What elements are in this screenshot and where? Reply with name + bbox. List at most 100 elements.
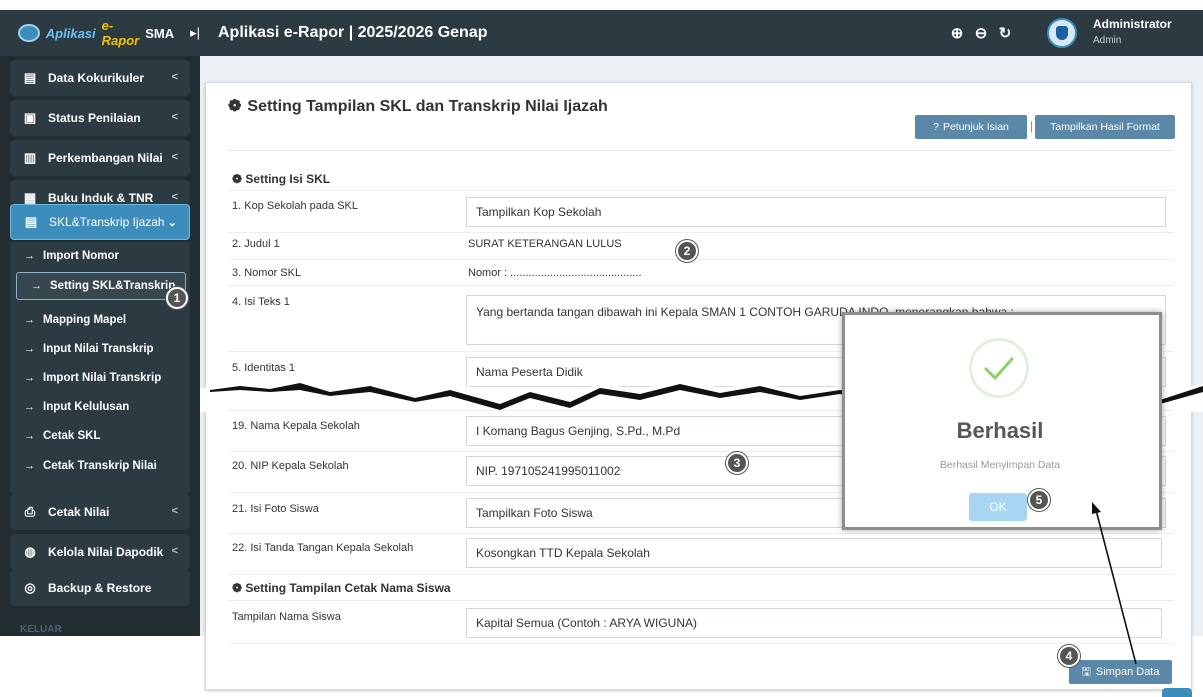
tampilan-nama-select[interactable]: Kapital Semua (Contoh : ARYA WIGUNA) bbox=[466, 608, 1162, 638]
modal-title: Berhasil bbox=[956, 418, 1044, 443]
gear-icon: ❁ bbox=[232, 581, 243, 595]
field-label-identitas: 5. Identitas 1 bbox=[232, 362, 295, 374]
submenu-item-import-nomor[interactable]: → Import Nomor bbox=[10, 242, 190, 270]
submenu-item-label: Input Nilai Transkrip bbox=[43, 343, 154, 355]
chevron-left-icon: < bbox=[171, 545, 178, 557]
submenu-item-label: Cetak SKL bbox=[43, 430, 101, 442]
sidebar-item-perkembangan-nilai[interactable]: ▥ Perkembangan Nilai < bbox=[10, 140, 190, 176]
sidebar-item-kelola-dapodik[interactable]: ◍ Kelola Nilai Dapodik < bbox=[10, 534, 190, 570]
database-icon: ◍ bbox=[24, 544, 36, 559]
petunjuk-isian-button[interactable]: ? Petunjuk Isian bbox=[915, 115, 1027, 139]
field-label-isi-teks: 4. Isi Teks 1 bbox=[232, 296, 290, 308]
tampilkan-hasil-format-button[interactable]: Tampilkan Hasil Format bbox=[1035, 115, 1175, 139]
sidebar-item-label: Buku Induk & TNR bbox=[48, 191, 154, 205]
brand-logo-icon bbox=[18, 24, 40, 42]
avatar[interactable] bbox=[1047, 18, 1077, 48]
field-label-nip-kepsek: 20. NIP Kepala Sekolah bbox=[232, 460, 349, 472]
submenu-item-setting-skl[interactable]: → Setting SKL&Transkrip bbox=[16, 272, 186, 300]
sidebar-item-label: Backup & Restore bbox=[48, 581, 152, 595]
submenu-item-label: Input Kelulusan bbox=[43, 401, 130, 413]
page-title-text: Setting Tampilan SKL dan Transkrip Nilai… bbox=[247, 98, 608, 115]
document-icon: ▤ bbox=[23, 70, 37, 85]
page-title: ❁ Setting Tampilan SKL dan Transkrip Nila… bbox=[228, 96, 608, 116]
field-label-judul: 2. Judul 1 bbox=[232, 238, 280, 250]
section-setting-nama-siswa: ❁ Setting Tampilan Cetak Nama Siswa bbox=[232, 581, 451, 595]
skl-submenu: → Import Nomor → Setting SKL&Transkrip →… bbox=[10, 242, 190, 494]
field-label-tampilan-nama: Tampilan Nama Siswa bbox=[232, 611, 341, 623]
brand-name-part1: Aplikasi bbox=[45, 25, 96, 41]
zoom-tools: ⊕ ⊖ ↻ bbox=[948, 24, 1014, 42]
divider bbox=[228, 232, 1174, 233]
sidebar-toggle-icon[interactable]: ▸| bbox=[190, 25, 200, 41]
submenu-item-input-kelulusan[interactable]: → Input Kelulusan bbox=[10, 393, 190, 421]
divider bbox=[228, 600, 1174, 601]
arrow-right-icon: → bbox=[31, 280, 42, 292]
brand-name-part3: SMA bbox=[145, 25, 175, 41]
field-label-nama-kepsek: 19. Nama Kepala Sekolah bbox=[232, 420, 360, 432]
submenu-item-cetak-skl[interactable]: → Cetak SKL bbox=[10, 422, 190, 450]
user-name[interactable]: Administrator bbox=[1093, 17, 1172, 31]
sidebar-item-status-penilaian[interactable]: ▣ Status Penilaian < bbox=[10, 100, 190, 136]
sidebar: ▤ Data Kokurikuler < ▣ Status Penilaian … bbox=[0, 56, 200, 636]
field-label-foto-siswa: 21. Isi Foto Siswa bbox=[232, 503, 319, 515]
brand-name-part2: e-Rapor bbox=[101, 18, 140, 48]
simpan-data-label: Simpan Data bbox=[1095, 666, 1160, 678]
simpan-data-button[interactable]: 🖫 Simpan Data bbox=[1069, 660, 1172, 684]
modal-message: Berhasil Menyimpan Data bbox=[939, 459, 1061, 471]
submenu-item-mapping-mapel[interactable]: → Mapping Mapel bbox=[10, 306, 190, 334]
submenu-item-input-nilai-transkrip[interactable]: → Input Nilai Transkrip bbox=[10, 335, 190, 363]
step-badge-3: 3 bbox=[726, 452, 748, 474]
sidebar-item-label: Kelola Nilai Dapodik bbox=[48, 545, 164, 559]
arrow-right-icon: → bbox=[24, 250, 35, 262]
field-label-ttd-kepsek: 22. Isi Tanda Tangan Kepala Sekolah bbox=[232, 542, 414, 554]
sidebar-item-data-kokurikuler[interactable]: ▤ Data Kokurikuler < bbox=[10, 60, 190, 96]
sidebar-item-cetak-nilai[interactable]: ⎙ Cetak Nilai < bbox=[10, 494, 190, 530]
submenu-item-label: Mapping Mapel bbox=[43, 314, 127, 326]
chart-line-icon: ▣ bbox=[23, 110, 37, 125]
chevron-left-icon: < bbox=[171, 505, 178, 517]
ttd-kepsek-select[interactable]: Kosongkan TTD Kepala Sekolah bbox=[466, 538, 1162, 568]
save-icon: 🖫 bbox=[1081, 665, 1091, 678]
section-setting-isi-skl: ❁ Setting Isi SKL bbox=[232, 172, 330, 186]
modal-ok-button[interactable]: OK bbox=[969, 493, 1027, 521]
sidebar-item-label: Perkembangan Nilai bbox=[48, 151, 163, 165]
chevron-left-icon: < bbox=[171, 191, 178, 203]
judul-value[interactable]: SURAT KETERANGAN LULUS bbox=[468, 238, 622, 250]
arrow-right-icon: → bbox=[24, 401, 35, 413]
field-label-nomor-skl: 3. Nomor SKL bbox=[232, 267, 302, 279]
nomor-skl-value[interactable]: Nomor : ................................… bbox=[468, 267, 642, 279]
bar-chart-icon: ▥ bbox=[23, 150, 37, 165]
gear-icon: ❁ bbox=[232, 172, 243, 186]
top-navbar: Aplikasi e-Rapor SMA ▸| Aplikasi e-Rapor… bbox=[0, 10, 1203, 56]
sidebar-item-backup-restore[interactable]: ◎ Backup & Restore bbox=[10, 570, 190, 606]
zoom-in-icon[interactable]: ⊕ bbox=[948, 24, 966, 42]
divider bbox=[228, 259, 1174, 260]
zoom-out-icon[interactable]: ⊖ bbox=[972, 24, 990, 42]
sidebar-item-label: Cetak Nilai bbox=[48, 505, 110, 519]
arrow-right-icon: → bbox=[24, 372, 35, 384]
submenu-item-cetak-transkrip[interactable]: → Cetak Transkrip Nilai bbox=[10, 452, 190, 480]
divider bbox=[228, 574, 1174, 575]
chevron-left-icon: < bbox=[171, 111, 178, 123]
scroll-top-button[interactable] bbox=[1162, 688, 1192, 697]
question-icon: ? bbox=[933, 121, 939, 133]
button-separator: | bbox=[1030, 119, 1034, 133]
chevron-down-icon: ⌄ bbox=[167, 217, 177, 229]
submenu-item-label: Cetak Transkrip Nilai bbox=[43, 460, 157, 472]
divider bbox=[228, 533, 1174, 534]
chevron-left-icon: < bbox=[171, 71, 178, 83]
field-label-kop-sekolah: 1. Kop Sekolah pada SKL bbox=[232, 200, 358, 212]
user-role: Admin bbox=[1093, 35, 1122, 46]
arrow-right-icon: → bbox=[24, 460, 35, 472]
reset-zoom-icon[interactable]: ↻ bbox=[996, 24, 1014, 42]
kop-sekolah-select[interactable]: Tampilkan Kop Sekolah bbox=[466, 197, 1166, 227]
submenu-item-label: Setting SKL&Transkrip bbox=[50, 280, 176, 292]
chevron-left-icon: < bbox=[171, 151, 178, 163]
logout-link[interactable]: KELUAR bbox=[20, 624, 62, 635]
sidebar-item-label: Status Penilaian bbox=[48, 111, 141, 125]
submenu-item-import-nilai-transkrip[interactable]: → Import Nilai Transkrip bbox=[10, 364, 190, 392]
check-icon bbox=[984, 357, 1014, 380]
step-badge-2: 2 bbox=[676, 240, 698, 262]
sidebar-item-skl-transkrip[interactable]: ▤ SKL&Transkrip Ijazah ⌄ bbox=[10, 204, 190, 240]
brand-logo-area[interactable]: Aplikasi e-Rapor SMA ▸| bbox=[0, 10, 200, 56]
